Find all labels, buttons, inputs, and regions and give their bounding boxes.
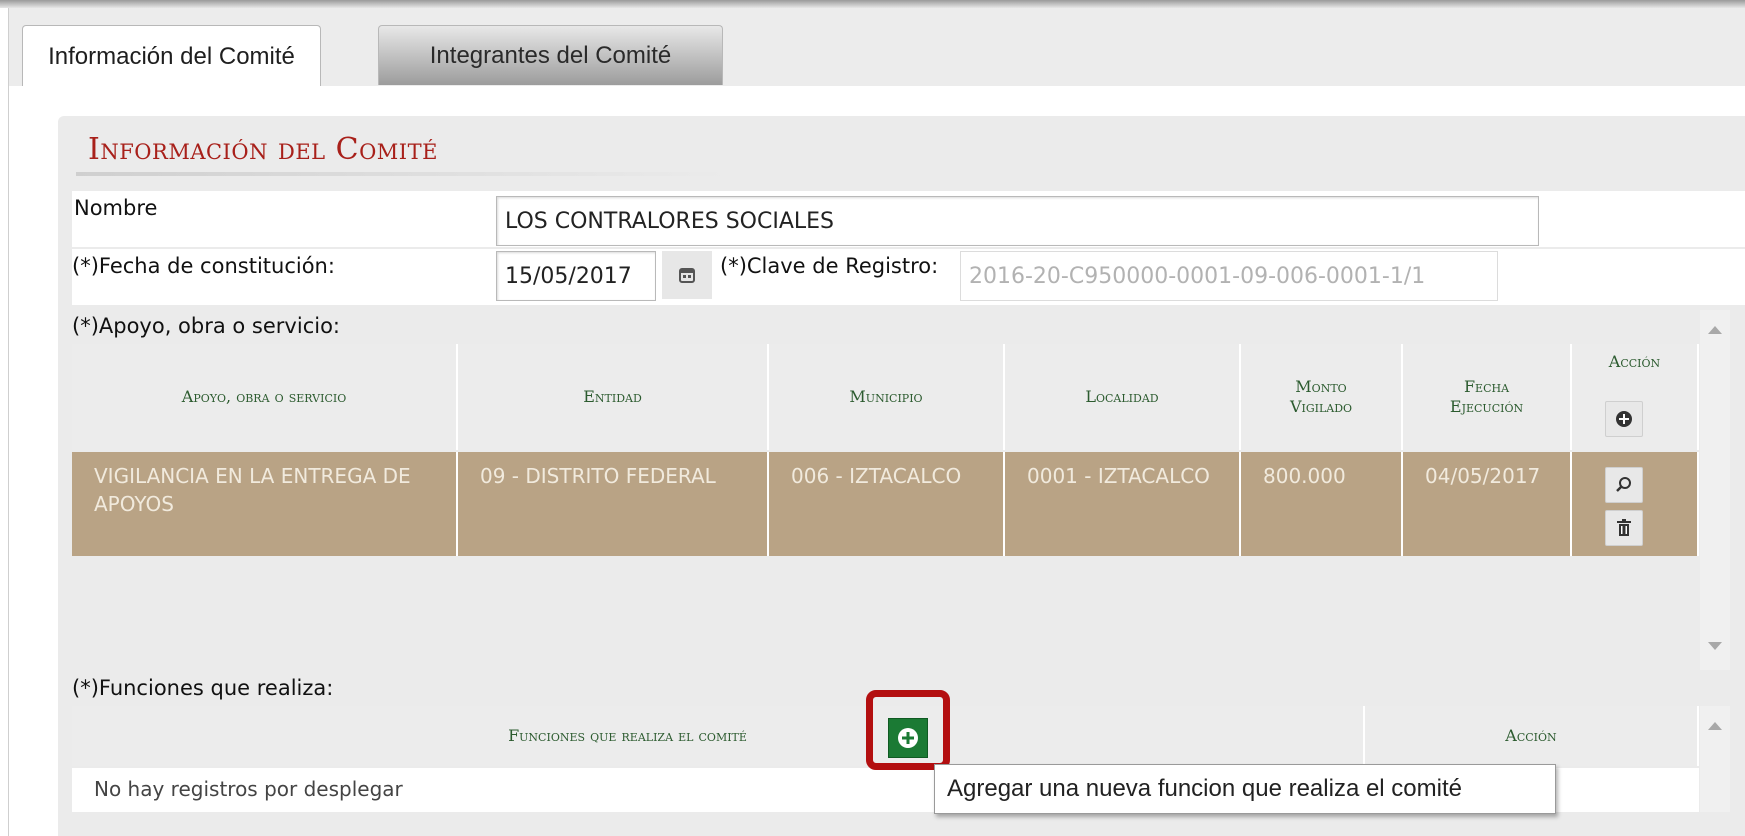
nombre-label: Nombre xyxy=(74,196,158,220)
cell-monto: 800.000 xyxy=(1241,452,1403,556)
empty-message: No hay registros por desplegar xyxy=(94,777,403,801)
col-header-funciones-accion: Acción xyxy=(1365,706,1699,766)
fecha-label: (*)Fecha de constitución: xyxy=(72,254,335,278)
apoyo-label: (*)Apoyo, obra o servicio: xyxy=(72,314,340,338)
highlight-box xyxy=(866,690,950,770)
delete-apoyo-button[interactable] xyxy=(1605,510,1643,546)
col-header-fecha[interactable]: Fecha Ejecución xyxy=(1403,344,1572,450)
scroll-up-icon[interactable] xyxy=(1708,722,1722,730)
view-apoyo-button[interactable] xyxy=(1605,467,1643,503)
col-header-apoyo[interactable]: Apoyo, obra o servicio xyxy=(72,344,458,450)
fecha-input[interactable]: 15/05/2017 xyxy=(496,251,656,301)
plus-circle-icon xyxy=(1616,411,1632,427)
col-header-monto[interactable]: Monto Vigilado xyxy=(1241,344,1403,450)
cell-apoyo: VIGILANCIA EN LA ENTREGA DE APOYOS xyxy=(72,452,458,556)
scroll-up-icon[interactable] xyxy=(1708,326,1722,334)
table-row[interactable]: VIGILANCIA EN LA ENTREGA DE APOYOS 09 - … xyxy=(72,452,1699,556)
cell-municipio: 006 - IZTACALCO xyxy=(769,452,1005,556)
calendar-button[interactable] xyxy=(662,251,712,299)
title-underline xyxy=(76,172,726,176)
cell-localidad: 0001 - IZTACALCO xyxy=(1005,452,1241,556)
nombre-input[interactable]: LOS CONTRALORES SOCIALES xyxy=(496,196,1539,246)
cell-fecha: 04/05/2017 xyxy=(1403,452,1572,556)
col-header-funciones[interactable]: Funciones que realiza el comité xyxy=(72,706,1365,766)
scroll-down-icon[interactable] xyxy=(1708,642,1722,650)
clave-input: 2016-20-C950000-0001-09-006-0001-1/1 xyxy=(960,251,1498,301)
calendar-icon xyxy=(679,268,695,283)
section-title: Información del Comité xyxy=(88,132,438,167)
col-header-entidad[interactable]: Entidad xyxy=(458,344,769,450)
col-header-localidad[interactable]: Localidad xyxy=(1005,344,1241,450)
add-apoyo-button[interactable] xyxy=(1605,401,1643,437)
add-funcion-tooltip: Agregar una nueva funcion que realiza el… xyxy=(934,764,1556,814)
magnifier-icon xyxy=(1616,477,1631,492)
apoyos-table-header: Apoyo, obra o servicio Entidad Municipio… xyxy=(72,344,1699,450)
window-top-border xyxy=(0,0,1745,8)
tab-informacion-comite[interactable]: Información del Comité xyxy=(22,25,321,87)
trash-icon xyxy=(1617,519,1631,536)
col-header-municipio[interactable]: Municipio xyxy=(769,344,1005,450)
funciones-label: (*)Funciones que realiza: xyxy=(72,676,334,700)
clave-label: (*)Clave de Registro: xyxy=(720,254,939,278)
tab-bar: Información del Comité Integrantes del C… xyxy=(8,8,1745,87)
cell-entidad: 09 - DISTRITO FEDERAL xyxy=(458,452,769,556)
funciones-scrollbar[interactable] xyxy=(1700,706,1730,812)
tab-integrantes-comite[interactable]: Integrantes del Comité xyxy=(378,25,723,85)
apoyos-scrollbar[interactable] xyxy=(1700,310,1730,670)
